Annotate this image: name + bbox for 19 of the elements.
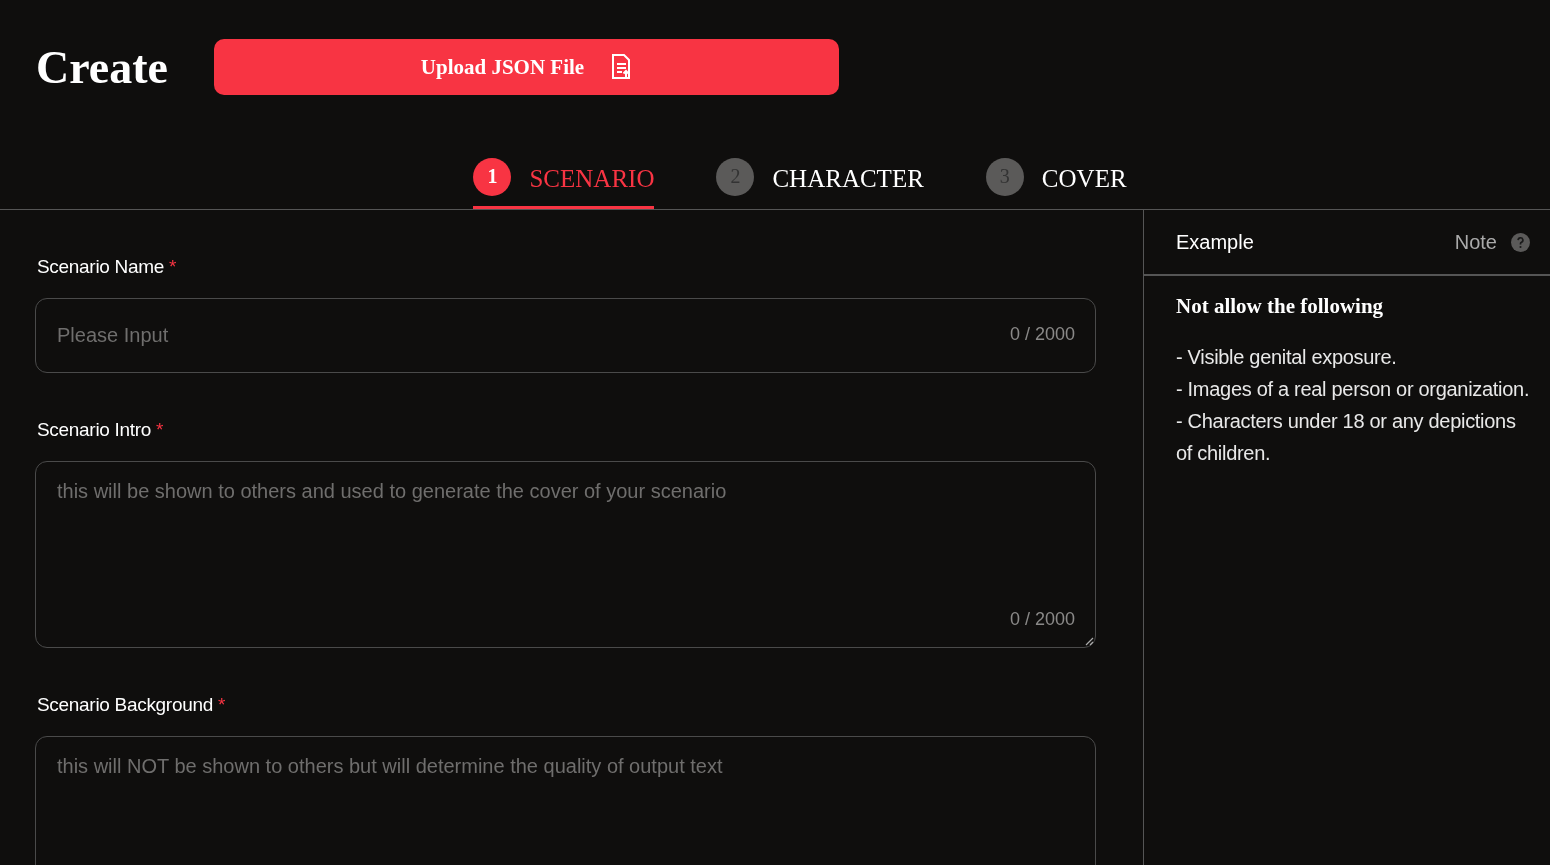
rule-text: - Images of a real person or organization. [1176, 377, 1530, 402]
field-label: Scenario Intro * [37, 419, 165, 441]
help-icon[interactable] [1511, 232, 1530, 252]
rule-text: - Visible genital exposure. [1176, 345, 1398, 370]
note-label: Note [1454, 230, 1497, 254]
step-number: 1 [473, 157, 512, 196]
upload-json-button[interactable]: Upload JSON File [213, 39, 839, 95]
resize-handle-icon[interactable] [1084, 636, 1094, 646]
document-upload-icon [610, 54, 633, 80]
character-counter: 0 / 2000 [1009, 609, 1075, 630]
step-tab[interactable]: 1 SCENARIO [473, 155, 655, 209]
field-label: Scenario Background * [37, 694, 227, 716]
text-area[interactable]: this will NOT be shown to others but will determine the quality of output text [35, 736, 1096, 865]
character-counter: 0 / 2000 [1009, 324, 1075, 345]
panel-title: Example [1176, 230, 1254, 254]
page-title: Create [36, 40, 168, 94]
field-label: Scenario Name * [37, 256, 178, 278]
rules-heading: Not allow the following [1176, 294, 1385, 319]
rule-text: - Characters under 18 or any depictions of children. [1176, 409, 1517, 466]
